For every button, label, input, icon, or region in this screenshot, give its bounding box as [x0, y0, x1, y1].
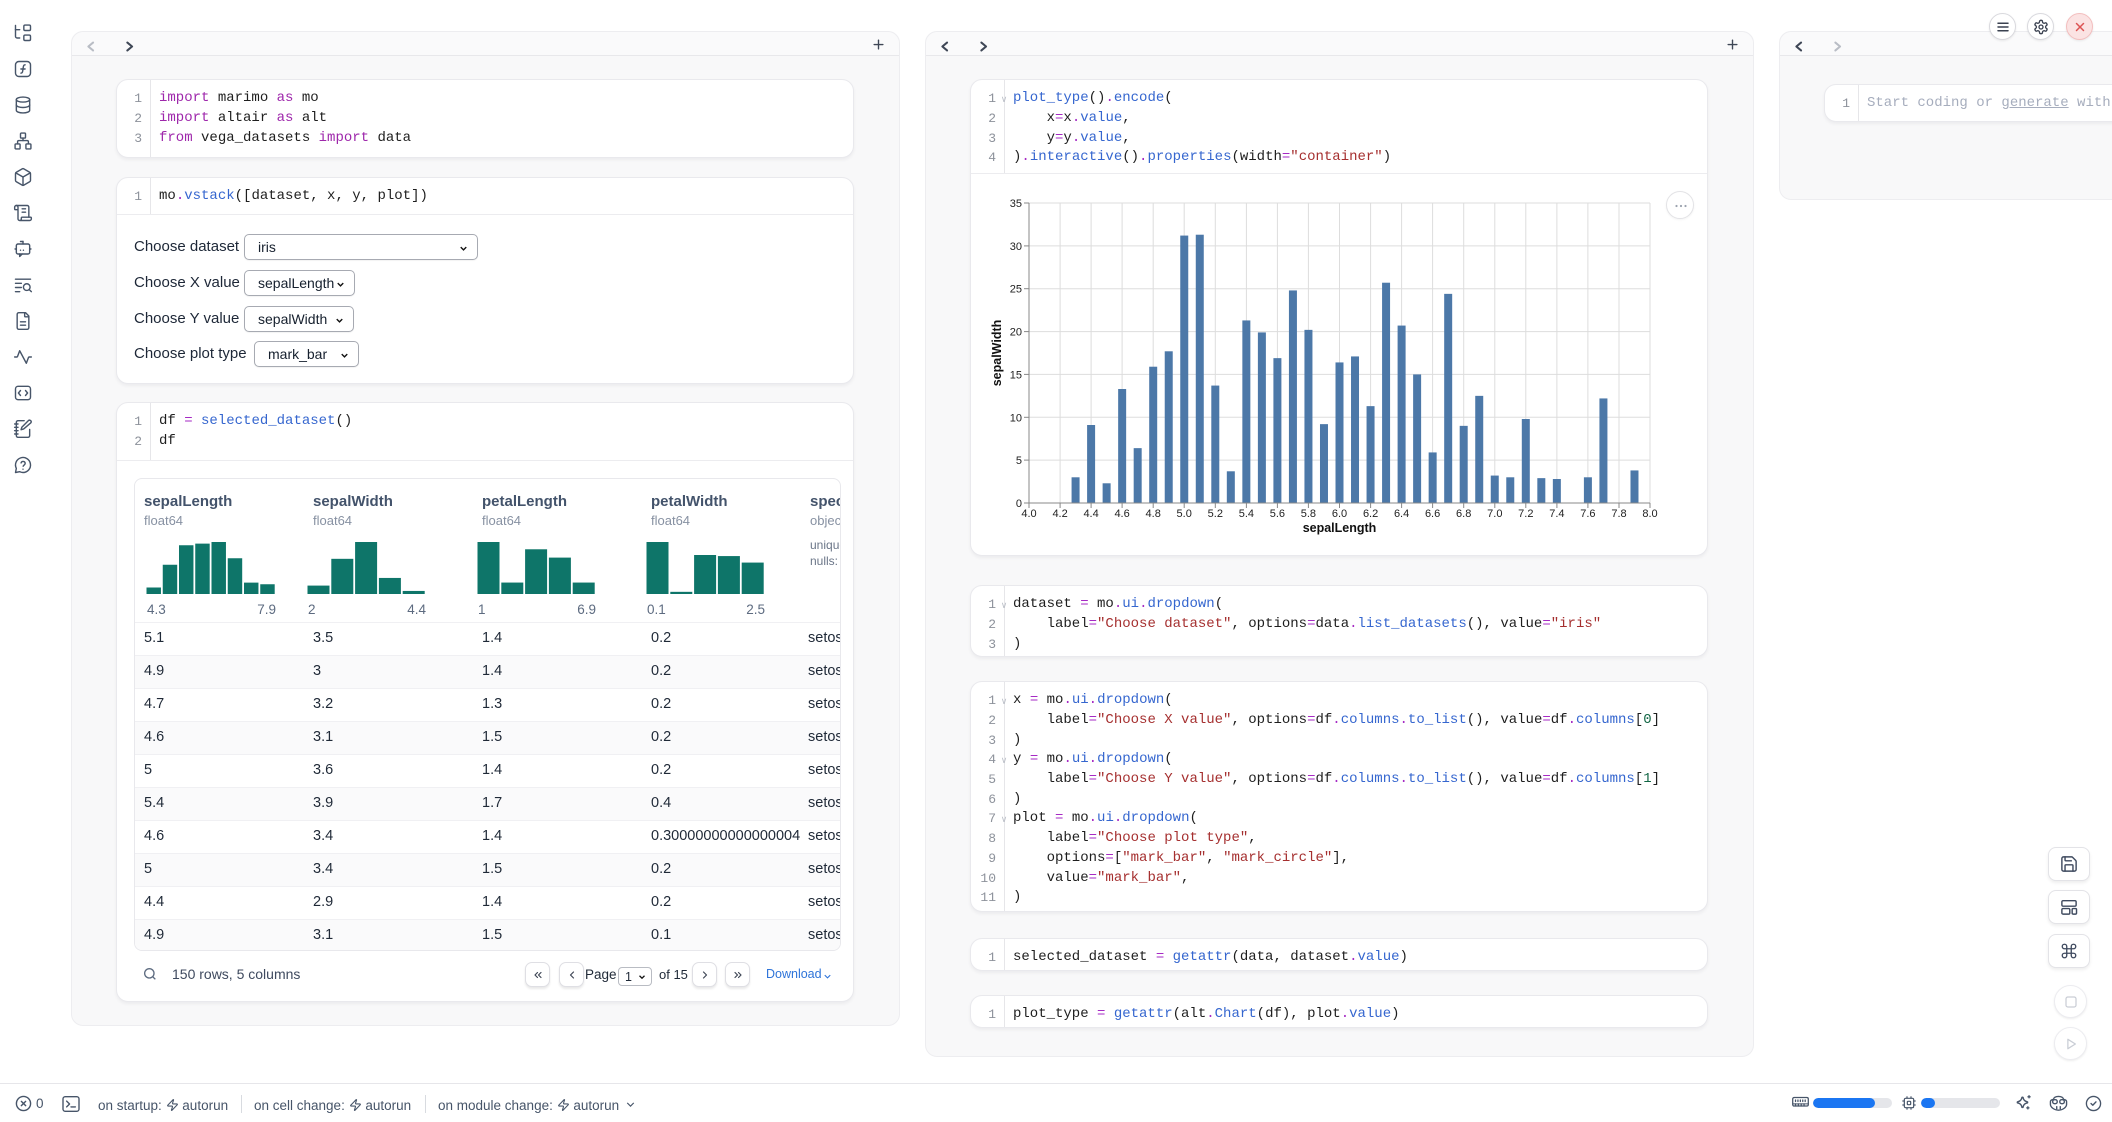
svg-text:4.4: 4.4 [1083, 508, 1098, 520]
svg-text:sepalWidth: sepalWidth [990, 320, 1004, 387]
svg-text:4.6: 4.6 [1114, 508, 1129, 520]
svg-text:4.0: 4.0 [1021, 508, 1036, 520]
svg-text:5.4: 5.4 [1239, 508, 1254, 520]
svg-text:5.0: 5.0 [1177, 508, 1192, 520]
svg-text:5.6: 5.6 [1270, 508, 1285, 520]
svg-text:5: 5 [1016, 455, 1022, 467]
svg-text:7.4: 7.4 [1549, 508, 1564, 520]
svg-text:4.2: 4.2 [1052, 508, 1067, 520]
svg-text:8.0: 8.0 [1642, 508, 1657, 520]
svg-text:10: 10 [1010, 412, 1022, 424]
svg-text:4.8: 4.8 [1146, 508, 1161, 520]
svg-text:15: 15 [1010, 369, 1022, 381]
svg-text:25: 25 [1010, 284, 1022, 296]
svg-text:6.6: 6.6 [1425, 508, 1440, 520]
svg-text:7.6: 7.6 [1580, 508, 1595, 520]
svg-text:sepalLength: sepalLength [1303, 521, 1377, 535]
svg-text:5.2: 5.2 [1208, 508, 1223, 520]
svg-text:6.4: 6.4 [1394, 508, 1409, 520]
svg-text:6.2: 6.2 [1363, 508, 1378, 520]
svg-text:5.8: 5.8 [1301, 508, 1316, 520]
svg-text:7.2: 7.2 [1518, 508, 1533, 520]
svg-text:20: 20 [1010, 327, 1022, 339]
svg-text:7.0: 7.0 [1487, 508, 1502, 520]
svg-text:30: 30 [1010, 241, 1022, 253]
svg-text:6.0: 6.0 [1332, 508, 1347, 520]
svg-text:35: 35 [1010, 198, 1022, 210]
svg-text:6.8: 6.8 [1456, 508, 1471, 520]
svg-text:7.8: 7.8 [1611, 508, 1626, 520]
